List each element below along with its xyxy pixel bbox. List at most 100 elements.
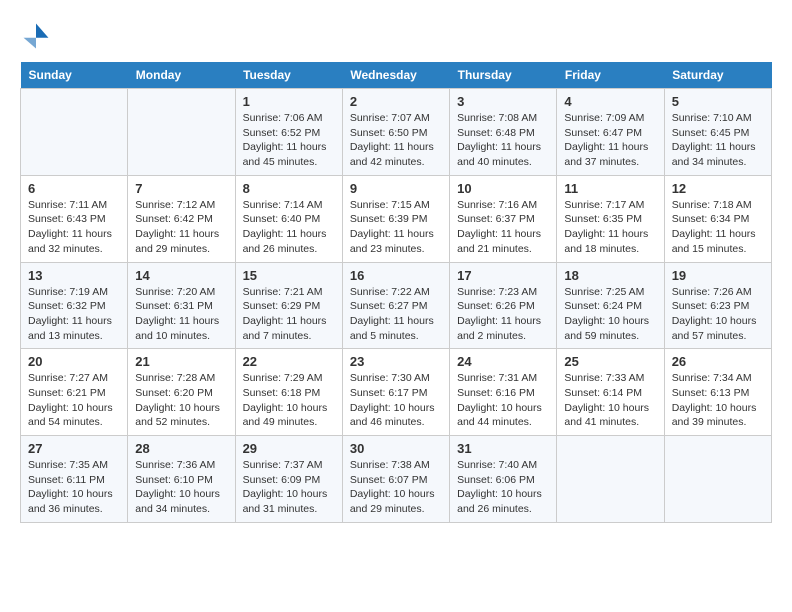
cell-content: Sunrise: 7:25 AM Sunset: 6:24 PM Dayligh… [564,285,656,344]
day-number: 31 [457,441,549,456]
col-header-thursday: Thursday [450,62,557,89]
day-number: 16 [350,268,442,283]
calendar-week-row: 20 Sunrise: 7:27 AM Sunset: 6:21 PM Dayli… [21,349,772,436]
calendar-cell: 13 Sunrise: 7:19 AM Sunset: 6:32 PM Dayli… [21,262,128,349]
calendar-cell: 21 Sunrise: 7:28 AM Sunset: 6:20 PM Dayli… [128,349,235,436]
calendar-cell: 8 Sunrise: 7:14 AM Sunset: 6:40 PM Daylig… [235,175,342,262]
cell-content: Sunrise: 7:37 AM Sunset: 6:09 PM Dayligh… [243,458,335,517]
calendar-cell [21,89,128,176]
calendar-cell: 14 Sunrise: 7:20 AM Sunset: 6:31 PM Dayli… [128,262,235,349]
day-number: 19 [672,268,764,283]
cell-content: Sunrise: 7:33 AM Sunset: 6:14 PM Dayligh… [564,371,656,430]
cell-content: Sunrise: 7:09 AM Sunset: 6:47 PM Dayligh… [564,111,656,170]
day-number: 3 [457,94,549,109]
calendar-week-row: 6 Sunrise: 7:11 AM Sunset: 6:43 PM Daylig… [21,175,772,262]
col-header-sunday: Sunday [21,62,128,89]
page-header [20,20,772,52]
cell-content: Sunrise: 7:14 AM Sunset: 6:40 PM Dayligh… [243,198,335,257]
col-header-saturday: Saturday [664,62,771,89]
day-number: 21 [135,354,227,369]
calendar-cell [128,89,235,176]
day-number: 11 [564,181,656,196]
day-number: 22 [243,354,335,369]
calendar-cell: 4 Sunrise: 7:09 AM Sunset: 6:47 PM Daylig… [557,89,664,176]
cell-content: Sunrise: 7:31 AM Sunset: 6:16 PM Dayligh… [457,371,549,430]
calendar-week-row: 27 Sunrise: 7:35 AM Sunset: 6:11 PM Dayli… [21,436,772,523]
calendar-cell: 19Sunrise: 7:26 AM Sunset: 6:23 PM Dayli… [664,262,771,349]
calendar-cell: 30 Sunrise: 7:38 AM Sunset: 6:07 PM Dayli… [342,436,449,523]
day-number: 1 [243,94,335,109]
calendar-cell: 24 Sunrise: 7:31 AM Sunset: 6:16 PM Dayli… [450,349,557,436]
cell-content: Sunrise: 7:27 AM Sunset: 6:21 PM Dayligh… [28,371,120,430]
calendar-cell: 10 Sunrise: 7:16 AM Sunset: 6:37 PM Dayli… [450,175,557,262]
day-number: 12 [672,181,764,196]
cell-content: Sunrise: 7:15 AM Sunset: 6:39 PM Dayligh… [350,198,442,257]
calendar-cell: 12Sunrise: 7:18 AM Sunset: 6:34 PM Dayli… [664,175,771,262]
day-number: 5 [672,94,764,109]
day-number: 26 [672,354,764,369]
day-number: 18 [564,268,656,283]
calendar-table: SundayMondayTuesdayWednesdayThursdayFrid… [20,62,772,523]
calendar-cell: 27 Sunrise: 7:35 AM Sunset: 6:11 PM Dayli… [21,436,128,523]
day-number: 30 [350,441,442,456]
cell-content: Sunrise: 7:19 AM Sunset: 6:32 PM Dayligh… [28,285,120,344]
day-number: 17 [457,268,549,283]
calendar-cell: 28 Sunrise: 7:36 AM Sunset: 6:10 PM Dayli… [128,436,235,523]
calendar-cell: 1Sunrise: 7:06 AM Sunset: 6:52 PM Daylig… [235,89,342,176]
day-number: 14 [135,268,227,283]
calendar-cell: 26Sunrise: 7:34 AM Sunset: 6:13 PM Dayli… [664,349,771,436]
cell-content: Sunrise: 7:36 AM Sunset: 6:10 PM Dayligh… [135,458,227,517]
day-number: 25 [564,354,656,369]
calendar-cell: 2 Sunrise: 7:07 AM Sunset: 6:50 PM Daylig… [342,89,449,176]
day-number: 28 [135,441,227,456]
day-number: 10 [457,181,549,196]
cell-content: Sunrise: 7:30 AM Sunset: 6:17 PM Dayligh… [350,371,442,430]
calendar-header-row: SundayMondayTuesdayWednesdayThursdayFrid… [21,62,772,89]
cell-content: Sunrise: 7:16 AM Sunset: 6:37 PM Dayligh… [457,198,549,257]
col-header-wednesday: Wednesday [342,62,449,89]
calendar-cell: 15 Sunrise: 7:21 AM Sunset: 6:29 PM Dayli… [235,262,342,349]
calendar-cell: 22 Sunrise: 7:29 AM Sunset: 6:18 PM Dayli… [235,349,342,436]
calendar-cell: 31 Sunrise: 7:40 AM Sunset: 6:06 PM Dayli… [450,436,557,523]
cell-content: Sunrise: 7:38 AM Sunset: 6:07 PM Dayligh… [350,458,442,517]
cell-content: Sunrise: 7:23 AM Sunset: 6:26 PM Dayligh… [457,285,549,344]
cell-content: Sunrise: 7:29 AM Sunset: 6:18 PM Dayligh… [243,371,335,430]
day-number: 9 [350,181,442,196]
day-number: 24 [457,354,549,369]
day-number: 2 [350,94,442,109]
cell-content: Sunrise: 7:21 AM Sunset: 6:29 PM Dayligh… [243,285,335,344]
cell-content: Sunrise: 7:20 AM Sunset: 6:31 PM Dayligh… [135,285,227,344]
cell-content: Sunrise: 7:08 AM Sunset: 6:48 PM Dayligh… [457,111,549,170]
col-header-monday: Monday [128,62,235,89]
calendar-cell: 23 Sunrise: 7:30 AM Sunset: 6:17 PM Dayli… [342,349,449,436]
calendar-week-row: 1Sunrise: 7:06 AM Sunset: 6:52 PM Daylig… [21,89,772,176]
logo-icon [20,20,52,52]
calendar-week-row: 13 Sunrise: 7:19 AM Sunset: 6:32 PM Dayli… [21,262,772,349]
calendar-cell: 5Sunrise: 7:10 AM Sunset: 6:45 PM Daylig… [664,89,771,176]
day-number: 15 [243,268,335,283]
calendar-cell: 11Sunrise: 7:17 AM Sunset: 6:35 PM Dayli… [557,175,664,262]
calendar-cell: 6 Sunrise: 7:11 AM Sunset: 6:43 PM Daylig… [21,175,128,262]
day-number: 23 [350,354,442,369]
cell-content: Sunrise: 7:11 AM Sunset: 6:43 PM Dayligh… [28,198,120,257]
cell-content: Sunrise: 7:28 AM Sunset: 6:20 PM Dayligh… [135,371,227,430]
day-number: 8 [243,181,335,196]
day-number: 27 [28,441,120,456]
cell-content: Sunrise: 7:12 AM Sunset: 6:42 PM Dayligh… [135,198,227,257]
calendar-cell: 9 Sunrise: 7:15 AM Sunset: 6:39 PM Daylig… [342,175,449,262]
col-header-tuesday: Tuesday [235,62,342,89]
day-number: 20 [28,354,120,369]
cell-content: Sunrise: 7:07 AM Sunset: 6:50 PM Dayligh… [350,111,442,170]
calendar-cell: 18 Sunrise: 7:25 AM Sunset: 6:24 PM Dayli… [557,262,664,349]
day-number: 13 [28,268,120,283]
calendar-cell: 29Sunrise: 7:37 AM Sunset: 6:09 PM Dayli… [235,436,342,523]
cell-content: Sunrise: 7:35 AM Sunset: 6:11 PM Dayligh… [28,458,120,517]
calendar-cell [557,436,664,523]
calendar-cell: 17 Sunrise: 7:23 AM Sunset: 6:26 PM Dayli… [450,262,557,349]
col-header-friday: Friday [557,62,664,89]
calendar-cell: 25 Sunrise: 7:33 AM Sunset: 6:14 PM Dayli… [557,349,664,436]
cell-content: Sunrise: 7:40 AM Sunset: 6:06 PM Dayligh… [457,458,549,517]
day-number: 4 [564,94,656,109]
calendar-cell [664,436,771,523]
day-number: 6 [28,181,120,196]
